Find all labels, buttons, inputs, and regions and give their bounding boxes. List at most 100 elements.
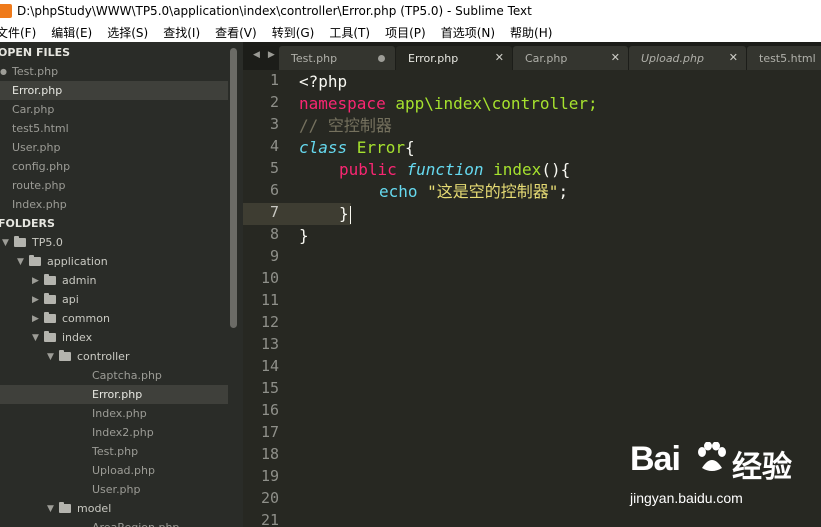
folder-admin[interactable]: ▶ admin <box>0 271 228 290</box>
paw-icon <box>698 442 726 471</box>
tab-bar: ◀▶ Test.php Error.php ✕ Car.php ✕ Upload… <box>243 42 821 70</box>
folder-icon <box>44 293 56 304</box>
open-file-item[interactable]: ● Test.php <box>0 62 228 81</box>
line-number: 12 <box>260 313 279 331</box>
file-item[interactable]: Test.php <box>0 442 228 461</box>
folder-index[interactable]: ▼ index <box>0 328 228 347</box>
file-item[interactable]: User.php <box>0 480 228 499</box>
code-line-3-comment: // 空控制器 <box>299 116 392 135</box>
menu-project[interactable]: 项目(P) <box>385 24 426 41</box>
menu-help[interactable]: 帮助(H) <box>510 24 552 41</box>
line-number: 18 <box>260 445 279 463</box>
folder-model[interactable]: ▼ model <box>0 499 228 518</box>
folders-header: FOLDERS <box>0 217 55 230</box>
sidebar: OPEN FILES ● Test.php Error.php Car.php t… <box>0 42 243 527</box>
open-file-item[interactable]: route.php <box>0 176 228 195</box>
open-file-item[interactable]: Index.php <box>0 195 228 214</box>
line-number: 19 <box>260 467 279 485</box>
expanded-arrow-icon: ▼ <box>2 237 9 248</box>
namespace-path: app\index\controller; <box>385 94 598 113</box>
menu-goto[interactable]: 转到(G) <box>272 24 315 41</box>
line-number: 6 <box>269 181 279 199</box>
close-brace: } <box>339 204 349 223</box>
open-file-item[interactable]: User.php <box>0 138 228 157</box>
close-icon[interactable]: ✕ <box>729 51 738 64</box>
folder-application[interactable]: ▼ application <box>0 252 228 271</box>
menu-find[interactable]: 查找(I) <box>163 24 200 41</box>
tab-error-php[interactable]: Error.php ✕ <box>396 46 512 70</box>
line-number: 2 <box>269 93 279 111</box>
close-icon[interactable]: ✕ <box>611 51 620 64</box>
menu-file[interactable]: 文件(F) <box>0 24 36 41</box>
menu-preferences[interactable]: 首选项(N) <box>441 24 495 41</box>
code-line-4: class Error{ <box>299 137 415 159</box>
sidebar-scrollbar[interactable] <box>230 48 237 328</box>
line-number: 1 <box>269 71 279 89</box>
folder-icon <box>44 331 56 342</box>
tab-test-php[interactable]: Test.php <box>279 46 395 70</box>
code-content[interactable]: <?php namespace app\index\controller; //… <box>299 70 598 260</box>
baidu-jingyan-watermark: Bai 经验 jingyan.baidu.com <box>630 440 820 520</box>
folder-api[interactable]: ▶ api <box>0 290 228 309</box>
unsaved-dot-icon <box>378 55 385 62</box>
folder-tp50[interactable]: ▼ TP5.0 <box>0 233 228 252</box>
text-cursor <box>349 205 351 224</box>
open-file-item[interactable]: config.php <box>0 157 228 176</box>
line-number: 17 <box>260 423 279 441</box>
semicolon: ; <box>558 182 569 201</box>
file-item-selected[interactable]: Error.php <box>0 385 228 404</box>
code-line-7: } <box>339 203 351 225</box>
close-icon[interactable]: ✕ <box>495 51 504 64</box>
title-bar: D:\phpStudy\WWW\TP5.0\application\index\… <box>0 0 821 22</box>
folder-icon <box>59 502 71 513</box>
folder-common[interactable]: ▶ common <box>0 309 228 328</box>
file-item[interactable]: Index2.php <box>0 423 228 442</box>
line-number: 11 <box>260 291 279 309</box>
open-file-item[interactable]: Car.php <box>0 100 228 119</box>
class-name: Error <box>347 138 405 157</box>
line-number-current: 7 <box>269 203 279 221</box>
sublime-text-icon <box>0 4 12 18</box>
function-keyword: function <box>406 160 484 179</box>
menu-tools[interactable]: 工具(T) <box>329 24 370 41</box>
line-number: 5 <box>269 159 279 177</box>
watermark-url: jingyan.baidu.com <box>630 490 743 506</box>
function-params: (){ <box>541 160 571 179</box>
line-number: 10 <box>260 269 279 287</box>
namespace-keyword: namespace <box>299 94 386 113</box>
file-item[interactable]: Captcha.php <box>0 366 228 385</box>
window-title: D:\phpStudy\WWW\TP5.0\application\index\… <box>17 4 532 18</box>
folder-icon <box>29 255 41 266</box>
collapsed-arrow-icon: ▶ <box>32 313 39 324</box>
menu-selection[interactable]: 选择(S) <box>107 24 148 41</box>
collapsed-arrow-icon: ▶ <box>32 294 39 305</box>
line-number: 21 <box>260 511 279 527</box>
tab-test5-html[interactable]: test5.html <box>747 46 821 70</box>
line-number: 9 <box>269 247 279 265</box>
folder-icon <box>44 274 56 285</box>
code-line-1: <?php <box>299 72 348 91</box>
string-literal: "这是空的控制器" <box>427 182 559 201</box>
function-name: index <box>493 160 542 179</box>
open-file-item[interactable]: Error.php <box>0 81 228 100</box>
expanded-arrow-icon: ▼ <box>47 503 54 514</box>
collapsed-arrow-icon: ▶ <box>32 275 39 286</box>
tab-upload-php[interactable]: Upload.php ✕ <box>629 46 746 70</box>
file-item[interactable]: Index.php <box>0 404 228 423</box>
expanded-arrow-icon: ▼ <box>17 256 24 267</box>
file-item[interactable]: Upload.php <box>0 461 228 480</box>
watermark-brand-text: 经验 <box>732 450 792 485</box>
file-item[interactable]: AreaRegion.php <box>0 518 228 527</box>
folder-icon <box>14 236 26 247</box>
expanded-arrow-icon: ▼ <box>32 332 39 343</box>
line-number: 8 <box>269 225 279 243</box>
folder-icon <box>44 312 56 323</box>
menu-edit[interactable]: 编辑(E) <box>51 24 92 41</box>
line-number: 4 <box>269 137 279 155</box>
tab-car-php[interactable]: Car.php ✕ <box>513 46 628 70</box>
open-file-item[interactable]: test5.html <box>0 119 228 138</box>
folder-controller[interactable]: ▼ controller <box>0 347 228 366</box>
menu-view[interactable]: 查看(V) <box>215 24 257 41</box>
menu-bar: 文件(F) 编辑(E) 选择(S) 查找(I) 查看(V) 转到(G) 工具(T… <box>0 22 821 42</box>
expanded-arrow-icon: ▼ <box>47 351 54 362</box>
